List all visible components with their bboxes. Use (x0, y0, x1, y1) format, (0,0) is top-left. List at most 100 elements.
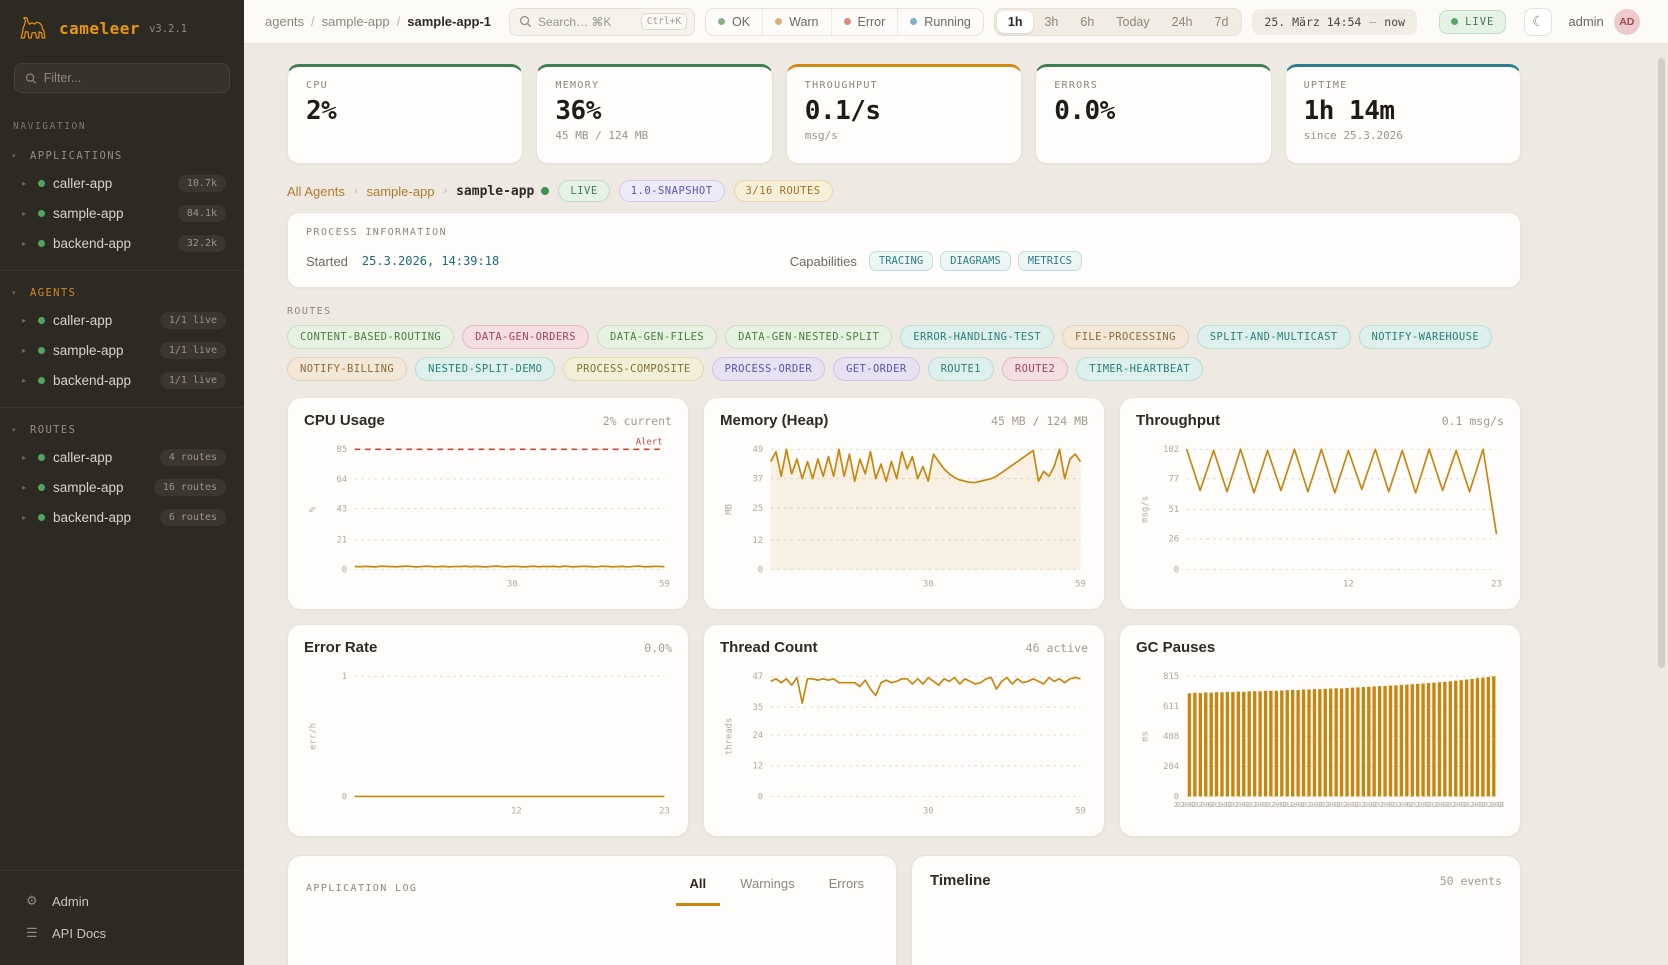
stat-value: 1h 14m (1304, 96, 1502, 126)
range-button-3h[interactable]: 3h (1033, 11, 1069, 33)
group-label: AGENTS (30, 287, 76, 299)
route-chips: CONTENT-BASED-ROUTING DATA-GEN-ORDERS DATA… (287, 325, 1521, 381)
breadcrumb-link-sample-app[interactable]: sample-app (322, 14, 390, 29)
sidebar-item-agents-sample-app[interactable]: ▸sample-app1/1 live (0, 335, 244, 365)
sidebar-item-applications-backend-app[interactable]: ▸backend-app32.2k (0, 228, 244, 258)
agent-link-all-agents[interactable]: All Agents (287, 184, 345, 199)
footer-item-label: API Docs (52, 926, 106, 941)
chart-header: CPU Usage2% current (304, 412, 672, 429)
username-label: admin (1568, 14, 1603, 29)
gear-icon: ⚙ (26, 893, 40, 909)
range-button-1h[interactable]: 1h (997, 11, 1034, 33)
sidebar-group-header-agents[interactable]: ▾AGENTS (0, 285, 244, 305)
agent-link-sample-app[interactable]: sample-app (367, 184, 435, 199)
svg-text:204: 204 (1163, 762, 1179, 772)
status-dot-icon (844, 18, 851, 25)
process-info-card: PROCESS INFORMATION Started 25.3.2026, 1… (287, 212, 1521, 288)
sidebar-item-label: caller-app (53, 176, 170, 191)
chart-current-value: 2% current (603, 414, 672, 428)
date-range-end: now (1384, 15, 1405, 29)
chart-body: 0204408611815ms20:20:0020:20:0020:20:002… (1136, 662, 1504, 822)
route-chip-process-composite[interactable]: PROCESS-COMPOSITE (563, 357, 703, 381)
chart-header: Error Rate0.0% (304, 639, 672, 656)
route-chip-content-based-routing[interactable]: CONTENT-BASED-ROUTING (287, 325, 454, 349)
chevron-right-icon: ▸ (22, 513, 30, 522)
sidebar-item-routes-caller-app[interactable]: ▸caller-app4 routes (0, 442, 244, 472)
stat-label: CPU (306, 80, 504, 91)
status-dot-icon (38, 180, 45, 187)
route-chip-split-and-multicast[interactable]: SPLIT-AND-MULTICAST (1197, 325, 1351, 349)
collapse-caret-icon: ▾ (12, 152, 22, 160)
charts-grid: CPU Usage2% current021436485%3059AlertMe… (287, 397, 1521, 837)
chart-plot: 0204408611815ms20:20:0020:20:0020:20:002… (1136, 662, 1504, 822)
sidebar-item-badge: 10.7k (178, 175, 226, 192)
sidebar-item-routes-sample-app[interactable]: ▸sample-app16 routes (0, 472, 244, 502)
stat-value: 0.1/s (805, 96, 1003, 126)
route-chip-route1[interactable]: ROUTE1 (928, 357, 994, 381)
menu-icon: ☰ (26, 925, 40, 941)
sidebar-group-header-routes[interactable]: ▾ROUTES (0, 422, 244, 442)
range-button-7d[interactable]: 7d (1204, 11, 1240, 33)
date-range-pill[interactable]: 25. März 14:54 — now (1252, 9, 1417, 35)
avatar[interactable]: AD (1614, 9, 1640, 35)
svg-text:err/h: err/h (308, 723, 318, 750)
svg-text:%: % (308, 506, 318, 512)
route-chip-notify-warehouse[interactable]: NOTIFY-WAREHOUSE (1359, 325, 1493, 349)
page-scrollbar[interactable] (1658, 58, 1665, 668)
route-chip-nested-split-demo[interactable]: NESTED-SPLIT-DEMO (415, 357, 555, 381)
log-tab-warnings[interactable]: Warnings (726, 872, 808, 906)
route-chip-data-gen-files[interactable]: DATA-GEN-FILES (597, 325, 717, 349)
agent-breadcrumb-row: All Agents›sample-app›sample-appLIVE1.0-… (287, 180, 1521, 202)
filter-input[interactable] (44, 71, 219, 85)
camel-logo-icon (16, 14, 50, 43)
footer-item-admin[interactable]: ⚙Admin (0, 885, 244, 917)
sidebar-item-agents-caller-app[interactable]: ▸caller-app1/1 live (0, 305, 244, 335)
sidebar-filter[interactable] (14, 63, 230, 93)
log-tab-all[interactable]: All (676, 872, 721, 906)
sidebar-item-agents-backend-app[interactable]: ▸backend-app1/1 live (0, 365, 244, 395)
routes-section-label: ROUTES (287, 306, 1521, 317)
breadcrumb: agents/sample-app/sample-app-1 (265, 14, 491, 29)
range-button-6h[interactable]: 6h (1069, 11, 1105, 33)
date-range-separator: — (1369, 15, 1376, 29)
svg-text:102: 102 (1163, 445, 1179, 455)
svg-text:0: 0 (758, 565, 763, 575)
dark-mode-toggle[interactable]: ☾ (1524, 8, 1552, 36)
chart-card-cpu-usage: CPU Usage2% current021436485%3059Alert (287, 397, 689, 610)
chart-card-memory-heap-: Memory (Heap)45 MB / 124 MB012253749MB30… (703, 397, 1105, 610)
range-button-today[interactable]: Today (1105, 11, 1160, 33)
status-dot-icon (38, 317, 45, 324)
sidebar-group-header-applications[interactable]: ▾APPLICATIONS (0, 148, 244, 168)
sidebar-item-routes-backend-app[interactable]: ▸backend-app6 routes (0, 502, 244, 532)
route-chip-error-handling-test[interactable]: ERROR-HANDLING-TEST (900, 325, 1054, 349)
footer-item-api-docs[interactable]: ☰ API Docs (0, 917, 244, 949)
status-filter-ok[interactable]: OK (706, 9, 762, 35)
breadcrumb-link-agents[interactable]: agents (265, 14, 304, 29)
status-filter-running[interactable]: Running (897, 9, 983, 35)
status-dot-icon (38, 484, 45, 491)
route-chip-route2[interactable]: ROUTE2 (1002, 357, 1068, 381)
sidebar-item-applications-caller-app[interactable]: ▸caller-app10.7k (0, 168, 244, 198)
status-filter-warn[interactable]: Warn (762, 9, 830, 35)
route-chip-data-gen-nested-split[interactable]: DATA-GEN-NESTED-SPLIT (725, 325, 892, 349)
range-button-24h[interactable]: 24h (1161, 11, 1204, 33)
application-log-title: APPLICATION LOG (306, 883, 417, 906)
svg-text:43: 43 (336, 504, 347, 514)
svg-text:20:20:0020:20:0020:20:0020:20:: 20:20:0020:20:0020:20:0020:20:0020:20:00… (1174, 800, 1504, 809)
route-chip-data-gen-orders[interactable]: DATA-GEN-ORDERS (462, 325, 589, 349)
breadcrumb-separator: / (311, 14, 315, 29)
timeline-title: Timeline (930, 872, 991, 889)
sidebar-item-applications-sample-app[interactable]: ▸sample-app84.1k (0, 198, 244, 228)
route-chip-notify-billing[interactable]: NOTIFY-BILLING (287, 357, 407, 381)
chart-body: 01err/h1223 (304, 662, 672, 822)
route-chip-process-order[interactable]: PROCESS-ORDER (712, 357, 825, 381)
log-tab-errors[interactable]: Errors (815, 872, 878, 906)
status-filter-error[interactable]: Error (831, 9, 898, 35)
chart-plot: 012243547threads3059 (720, 662, 1088, 822)
search-box[interactable]: Search… ⌘K Ctrl+K (509, 8, 695, 36)
application-log-header: APPLICATION LOG AllWarningsErrors (306, 872, 878, 906)
route-chip-get-order[interactable]: GET-ORDER (833, 357, 920, 381)
route-chip-timer-heartbeat[interactable]: TIMER-HEARTBEAT (1076, 357, 1203, 381)
route-chip-file-processing[interactable]: FILE-PROCESSING (1062, 325, 1189, 349)
stat-label: UPTIME (1304, 80, 1502, 91)
